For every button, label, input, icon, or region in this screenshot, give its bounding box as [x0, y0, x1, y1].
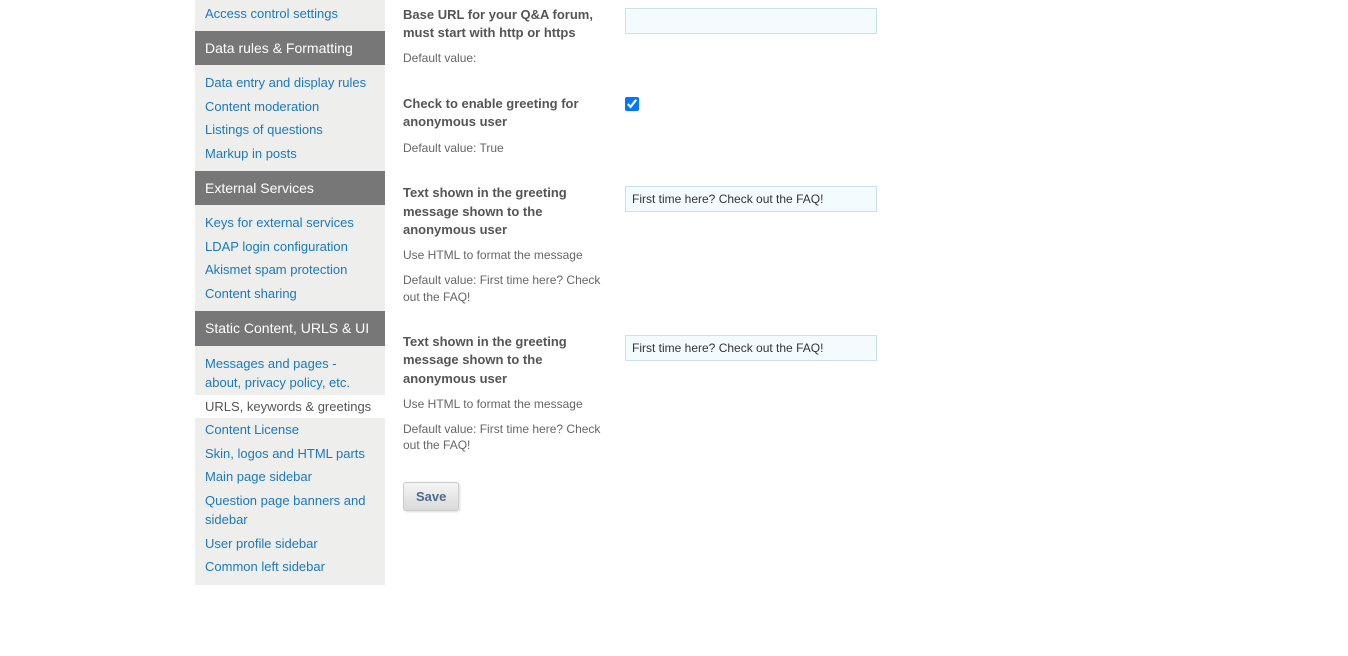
sidebar-item-content-sharing[interactable]: Content sharing	[195, 282, 385, 306]
sidebar-item-main-sidebar[interactable]: Main page sidebar	[195, 465, 385, 489]
enable-greeting-checkbox[interactable]	[625, 97, 639, 111]
setting-greeting-text-1: Text shown in the greeting message shown…	[403, 184, 1075, 305]
setting-label: Text shown in the greeting message shown…	[403, 333, 613, 388]
base-url-input[interactable]	[625, 8, 877, 34]
setting-help: Use HTML to format the message	[403, 396, 613, 413]
sidebar-item-content-moderation[interactable]: Content moderation	[195, 95, 385, 119]
sidebar-item-markup-posts[interactable]: Markup in posts	[195, 142, 385, 166]
sidebar-item-keys-external[interactable]: Keys for external services	[195, 211, 385, 235]
sidebar-item-common-left-sidebar[interactable]: Common left sidebar	[195, 555, 385, 579]
save-button[interactable]: Save	[403, 482, 459, 511]
sidebar-section-external-services: External Services	[195, 171, 385, 205]
sidebar-item-content-license[interactable]: Content License	[195, 418, 385, 442]
sidebar-item-urls-keywords[interactable]: URLS, keywords & greetings	[195, 395, 385, 419]
setting-base-url: Base URL for your Q&A forum, must start …	[403, 6, 1075, 67]
sidebar-section-static-content: Static Content, URLS & UI	[195, 311, 385, 345]
sidebar-item-skin-logos[interactable]: Skin, logos and HTML parts	[195, 442, 385, 466]
sidebar-section-data-rules: Data rules & Formatting	[195, 31, 385, 65]
setting-label: Base URL for your Q&A forum, must start …	[403, 6, 613, 42]
sidebar-item-listings-questions[interactable]: Listings of questions	[195, 118, 385, 142]
setting-label: Text shown in the greeting message shown…	[403, 184, 613, 239]
setting-default: Default value:	[403, 50, 613, 67]
sidebar-item-question-banners[interactable]: Question page banners and sidebar	[195, 489, 385, 532]
sidebar-item-ldap[interactable]: LDAP login configuration	[195, 235, 385, 259]
setting-default: Default value: First time here? Check ou…	[403, 421, 613, 455]
sidebar-item-messages-pages[interactable]: Messages and pages - about, privacy poli…	[195, 352, 385, 395]
sidebar-item-data-entry[interactable]: Data entry and display rules	[195, 71, 385, 95]
setting-help: Use HTML to format the message	[403, 247, 613, 264]
setting-default: Default value: True	[403, 140, 613, 157]
settings-panel: Base URL for your Q&A forum, must start …	[385, 0, 1075, 585]
setting-greeting-text-2: Text shown in the greeting message shown…	[403, 333, 1075, 454]
settings-sidebar: Access control settings Data rules & For…	[195, 0, 385, 585]
setting-label: Check to enable greeting for anonymous u…	[403, 95, 613, 131]
greeting-text-input-1[interactable]	[625, 186, 877, 212]
greeting-text-input-2[interactable]	[625, 335, 877, 361]
sidebar-item-user-profile-sidebar[interactable]: User profile sidebar	[195, 532, 385, 556]
sidebar-item-akismet[interactable]: Akismet spam protection	[195, 258, 385, 282]
sidebar-item-access-control[interactable]: Access control settings	[195, 0, 385, 31]
setting-enable-greeting: Check to enable greeting for anonymous u…	[403, 95, 1075, 156]
setting-default: Default value: First time here? Check ou…	[403, 272, 613, 306]
